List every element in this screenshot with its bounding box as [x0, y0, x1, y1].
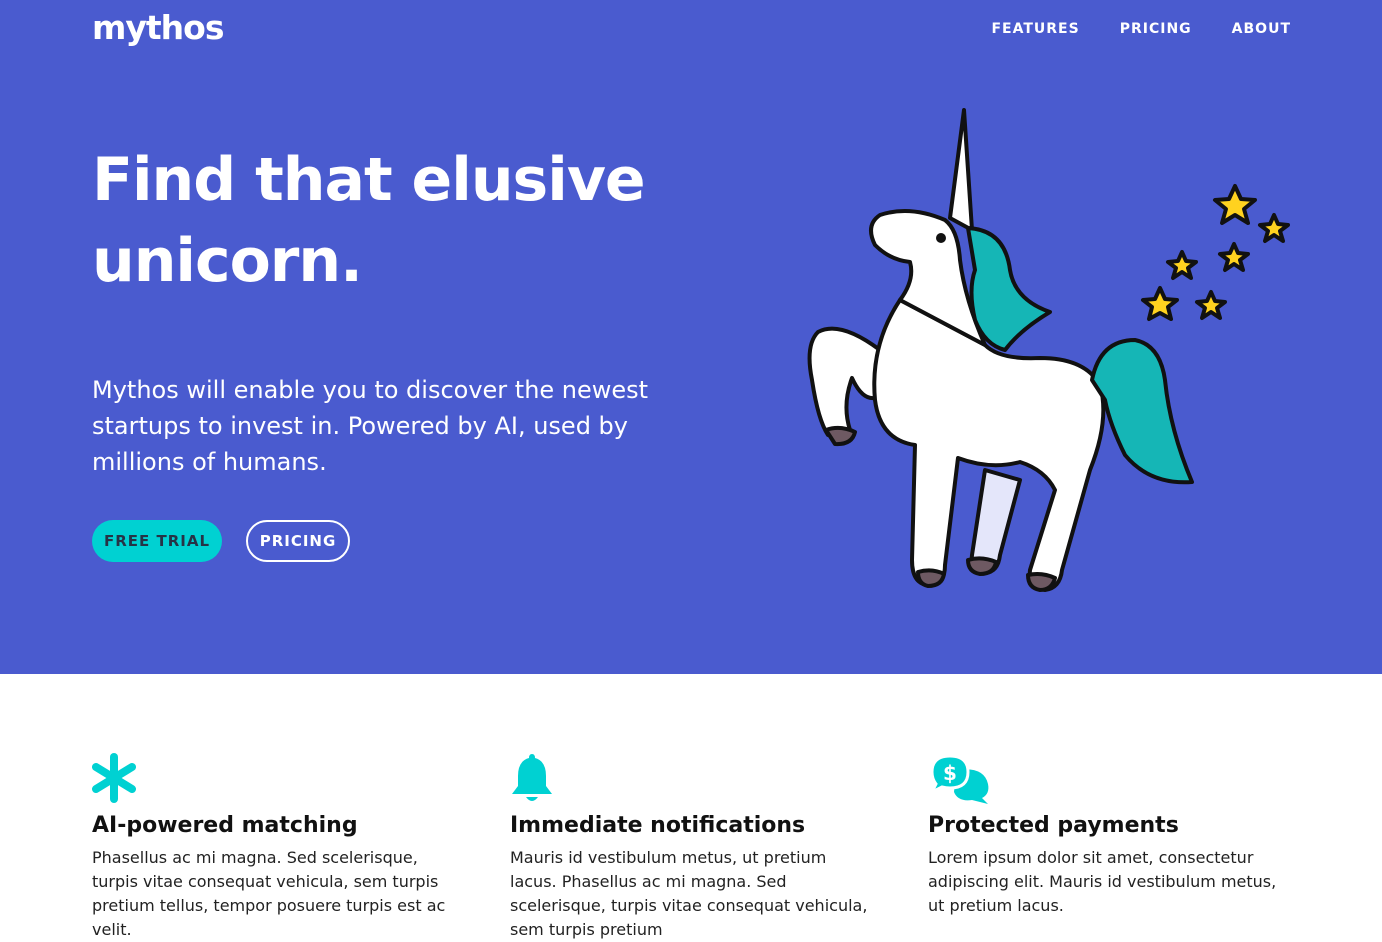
hero-lead: Mythos will enable you to discover the n… [92, 376, 649, 476]
chat-dollar-icon: $ [928, 754, 989, 804]
feature-ai-matching: AI-powered matching Phasellus ac mi magn… [92, 752, 472, 942]
feature-title: Immediate notifications [510, 813, 806, 838]
hero-headline: Find that elusive unicorn. [92, 140, 732, 302]
main-nav: FEATURES PRICING ABOUT [991, 21, 1291, 37]
bell-icon [512, 754, 552, 801]
feature-text: Mauris id vestibulum metus, ut pretium l… [510, 848, 868, 939]
nav-link-pricing[interactable]: PRICING [1120, 21, 1192, 37]
feature-text: Lorem ipsum dolor sit amet, consectetur … [928, 848, 1277, 915]
feature-text: Phasellus ac mi magna. Sed scelerisque, … [92, 848, 446, 939]
nav-link-features[interactable]: FEATURES [991, 21, 1079, 37]
feature-payments: $ Protected payments Lorem ipsum dolor s… [928, 752, 1308, 918]
pricing-button[interactable]: PRICING [246, 520, 350, 562]
svg-text:$: $ [943, 761, 957, 785]
asterisk-icon [92, 753, 136, 803]
feature-title: Protected payments [928, 813, 1179, 838]
brand-logo[interactable]: mythos [92, 8, 224, 47]
feature-title: AI-powered matching [92, 813, 358, 838]
hero-headline-line1: Find that elusive [92, 145, 646, 215]
hero-headline-line2: unicorn. [92, 226, 363, 296]
unicorn-illustration [807, 108, 1290, 592]
hero-section: mythos FEATURES PRICING ABOUT Find that … [0, 0, 1382, 674]
nav-link-about[interactable]: ABOUT [1232, 21, 1291, 37]
feature-notifications: Immediate notifications Mauris id vestib… [510, 752, 890, 942]
free-trial-button[interactable]: FREE TRIAL [92, 520, 222, 562]
